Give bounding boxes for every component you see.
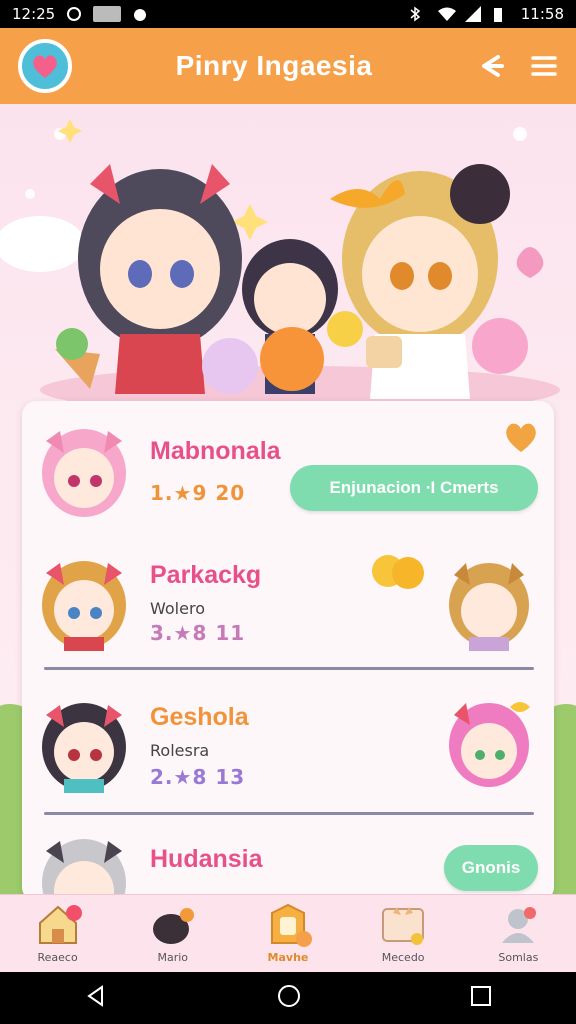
chick-sticker-icon: [372, 555, 424, 589]
nav-item-mecedo[interactable]: Mecedo: [353, 903, 453, 964]
enjunacion-button[interactable]: Enjunacion ∙I Cmerts: [290, 465, 538, 511]
nav-item-mario[interactable]: Mario: [123, 903, 223, 964]
profile-icon: [502, 907, 537, 943]
status-bar: 12:25 11:58: [0, 0, 576, 28]
gnonis-button[interactable]: Gnonis: [444, 845, 538, 891]
signal-icon: [464, 6, 483, 22]
item-subtitle: Rolesra: [150, 741, 210, 760]
right-avatar: [449, 702, 530, 787]
app-logo-avatar[interactable]: [18, 39, 72, 93]
item-name: Parkackg: [150, 561, 262, 589]
hero-illustration: [0, 104, 576, 414]
system-navigation: [0, 972, 576, 1024]
list-item[interactable]: Mabnonala 1.★9 20 Enjunacion ∙I Cmerts: [22, 411, 554, 549]
battery-icon: [493, 6, 511, 22]
back-share-icon[interactable]: [476, 53, 504, 79]
back-icon[interactable]: [84, 984, 108, 1012]
contact-list: Mabnonala 1.★9 20 Enjunacion ∙I Cmerts P…: [22, 401, 554, 894]
item-stats: 1.★9 20: [150, 481, 246, 505]
cat-card-icon: [382, 907, 425, 945]
item-stats: 3.★8 11: [150, 621, 246, 645]
heart-icon: [33, 55, 57, 78]
nav-item-mavhe[interactable]: Mavhe: [238, 903, 338, 964]
item-subtitle: Wolero: [150, 599, 205, 618]
bottom-navigation: Reaeco Mario Mavhe Mecedo Somlas: [0, 894, 576, 972]
bluetooth-icon: [409, 6, 427, 22]
app-notification-icon: [131, 6, 149, 22]
item-name: Gesholа: [150, 703, 249, 731]
nav-label: Mecedo: [381, 951, 425, 964]
avatar: [42, 703, 126, 793]
list-item[interactable]: Hudansia Gnonis: [22, 823, 554, 894]
item-stats: 2.★8 13: [150, 765, 246, 789]
right-avatar: [449, 563, 529, 651]
nav-item-somlas[interactable]: Somlas: [468, 903, 568, 964]
app-bar: Pinry Ingaesia: [0, 28, 576, 104]
nav-label: Mavhe: [267, 951, 309, 964]
app-title: Pinry Ingaesia: [175, 50, 373, 81]
menu-icon[interactable]: [530, 54, 558, 78]
avatar: [42, 561, 126, 651]
divider: [44, 812, 534, 815]
house-icon: [38, 905, 82, 944]
list-item[interactable]: Gesholа Rolesra 2.★8 13: [22, 685, 554, 823]
recents-icon[interactable]: [470, 985, 492, 1011]
sync-icon: [65, 6, 83, 22]
nav-label: Reaeco: [37, 951, 78, 964]
divider: [44, 667, 534, 670]
favorite-heart-icon[interactable]: [502, 419, 540, 455]
status-time-left: 12:25: [12, 5, 56, 23]
notification-icon: [93, 6, 122, 22]
nav-label: Mario: [157, 951, 189, 964]
item-name: Hudansia: [150, 845, 263, 873]
wifi-icon: [437, 6, 456, 22]
shield-heart-icon: [270, 903, 312, 947]
item-name: Mabnonala: [150, 437, 281, 465]
critter-icon: [152, 908, 194, 944]
nav-label: Somlas: [498, 951, 539, 964]
avatar: [42, 839, 126, 894]
nav-item-reaeco[interactable]: Reaeco: [8, 903, 108, 964]
home-icon[interactable]: [276, 983, 302, 1013]
status-time-right: 11:58: [520, 5, 564, 23]
main-content: Mabnonala 1.★9 20 Enjunacion ∙I Cmerts P…: [0, 104, 576, 894]
avatar: [42, 429, 126, 517]
